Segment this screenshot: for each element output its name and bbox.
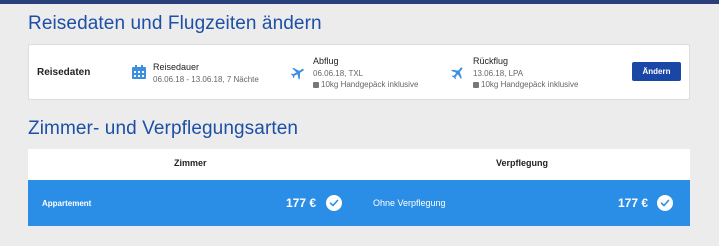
- baggage-icon: [313, 81, 319, 88]
- change-travel-button[interactable]: Ändern: [632, 62, 681, 81]
- departure-title: Abflug: [313, 56, 339, 66]
- return-baggage: 10kg Handgepäck inklusive: [473, 80, 578, 89]
- column-header-room: Zimmer: [174, 158, 207, 168]
- calendar-icon: [131, 64, 147, 85]
- meal-check-icon[interactable]: [657, 180, 673, 226]
- top-accent-bar: [0, 0, 719, 4]
- travel-dates-label: Reisedaten: [37, 67, 91, 78]
- return-baggage-text: 10kg Handgepäck inklusive: [481, 80, 579, 89]
- room-check-icon[interactable]: [326, 180, 342, 226]
- selected-room-row[interactable]: Appartement 177 € Ohne Verpflegung 177 €: [28, 180, 690, 226]
- column-header-meal: Verpflegung: [496, 158, 549, 168]
- meal-price: 177 €: [618, 196, 649, 210]
- duration-value: 06.06.18 - 13.06.18, 7 Nächte: [153, 75, 259, 84]
- departure-value: 06.06.18, TXL: [313, 69, 364, 78]
- return-value: 13.06.18, LPA: [473, 69, 524, 78]
- departure-baggage: 10kg Handgepäck inklusive: [313, 80, 418, 89]
- room-name: Appartement: [42, 198, 92, 208]
- room-meal-table: Zimmer Verpflegung Appartement 177 € Ohn…: [28, 149, 690, 226]
- baggage-icon: [473, 81, 479, 88]
- meal-name: Ohne Verpflegung: [373, 198, 446, 208]
- travel-dates-card: Reisedaten Reisedauer 06.06.18 - 13.06.1…: [28, 44, 690, 100]
- plane-departure-icon: [289, 65, 307, 86]
- rooms-section-title: Zimmer- und Verpflegungsarten: [28, 118, 299, 139]
- departure-baggage-text: 10kg Handgepäck inklusive: [321, 80, 419, 89]
- return-title: Rückflug: [473, 56, 509, 66]
- travel-section-title: Reisedaten und Flugzeiten ändern: [28, 13, 322, 34]
- room-price: 177 €: [286, 196, 317, 210]
- plane-return-icon: [449, 65, 467, 86]
- duration-title: Reisedauer: [153, 62, 200, 72]
